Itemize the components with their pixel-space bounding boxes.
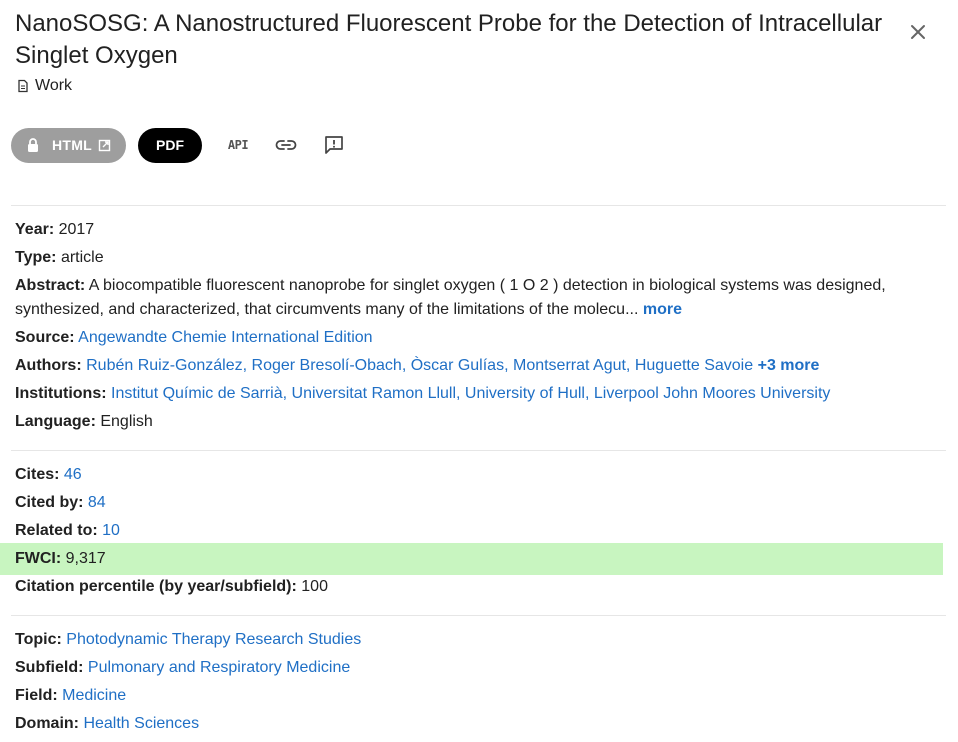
author-link[interactable]: Òscar Gulías,	[411, 357, 509, 374]
cited-by-label: Cited by:	[15, 494, 84, 511]
fwci-value: 9,317	[65, 550, 106, 567]
pdf-button[interactable]: PDF	[138, 127, 202, 163]
percentile-value: 100	[301, 578, 328, 595]
cited-by-row: Cited by: 84	[15, 491, 106, 515]
authors-row: Authors: Rubén Ruiz-González, Roger Bres…	[15, 354, 819, 378]
related-link[interactable]: 10	[102, 522, 120, 539]
language-label: Language:	[15, 413, 96, 430]
subfield-link[interactable]: Pulmonary and Respiratory Medicine	[88, 659, 350, 676]
year-label: Year:	[15, 221, 55, 238]
copy-link-button[interactable]	[266, 127, 306, 163]
author-link[interactable]: Roger Bresolí-Obach,	[252, 357, 407, 374]
authors-label: Authors:	[15, 357, 82, 374]
percentile-label: Citation percentile (by year/subfield):	[15, 578, 297, 595]
divider	[11, 615, 946, 616]
related-label: Related to:	[15, 522, 98, 539]
report-button[interactable]	[314, 127, 354, 163]
api-button[interactable]: API	[218, 127, 258, 163]
cites-row: Cites: 46	[15, 463, 82, 487]
institution-link[interactable]: Liverpool John Moores University	[594, 385, 831, 402]
fwci-row: FWCI: 9,317	[15, 547, 106, 571]
lock-icon	[27, 138, 38, 152]
author-link[interactable]: Huguette Savoie	[635, 357, 753, 374]
close-button[interactable]	[904, 18, 932, 46]
fwci-highlight	[0, 543, 943, 575]
html-button-label: HTML	[51, 137, 93, 153]
institution-link[interactable]: Institut Químic de Sarrià,	[111, 385, 287, 402]
topic-label: Topic:	[15, 631, 62, 648]
type-row: Type: article	[15, 246, 104, 270]
source-row: Source: Angewandte Chemie International …	[15, 326, 373, 350]
related-row: Related to: 10	[15, 519, 120, 543]
source-label: Source:	[15, 329, 75, 346]
abstract-text: A biocompatible fluorescent nanoprobe fo…	[15, 277, 886, 318]
institution-link[interactable]: Universitat Ramon Llull,	[292, 385, 461, 402]
close-icon	[911, 25, 925, 39]
domain-label: Domain:	[15, 715, 79, 732]
cited-by-link[interactable]: 84	[88, 494, 106, 511]
report-icon	[325, 136, 343, 154]
authors-more-link[interactable]: +3 more	[758, 357, 820, 374]
subfield-label: Subfield:	[15, 659, 84, 676]
source-link[interactable]: Angewandte Chemie International Edition	[78, 329, 372, 346]
fwci-label: FWCI:	[15, 550, 62, 567]
topic-row: Topic: Photodynamic Therapy Research Stu…	[15, 628, 361, 652]
type-value: article	[60, 249, 104, 266]
document-icon	[18, 79, 28, 93]
field-link[interactable]: Medicine	[62, 687, 126, 704]
institution-link[interactable]: University of Hull,	[465, 385, 589, 402]
author-link[interactable]: Rubén Ruiz-González,	[86, 357, 247, 374]
action-bar: HTML PDF API	[11, 127, 354, 163]
page-title: NanoSOSG: A Nanostructured Fluorescent P…	[15, 10, 883, 69]
year-value: 2017	[58, 221, 95, 238]
domain-link[interactable]: Health Sciences	[83, 715, 199, 732]
api-label: API	[227, 138, 249, 152]
language-row: Language: English	[15, 410, 153, 434]
abstract-more-link[interactable]: more	[643, 301, 682, 318]
cites-link[interactable]: 46	[64, 466, 82, 483]
author-link[interactable]: Montserrat Agut,	[513, 357, 630, 374]
percentile-row: Citation percentile (by year/subfield): …	[15, 575, 328, 599]
subfield-row: Subfield: Pulmonary and Respiratory Medi…	[15, 656, 350, 680]
institutions-row: Institutions: Institut Químic de Sarrià,…	[15, 382, 830, 406]
type-label: Type:	[15, 249, 57, 266]
entity-type-label: Work	[35, 77, 73, 94]
year-row: Year: 2017	[15, 218, 94, 242]
divider	[11, 450, 946, 451]
cites-label: Cites:	[15, 466, 60, 483]
abstract-label: Abstract:	[15, 277, 86, 294]
institutions-label: Institutions:	[15, 385, 107, 402]
html-button[interactable]: HTML	[11, 127, 126, 163]
link-icon	[275, 140, 297, 150]
field-label: Field:	[15, 687, 58, 704]
topic-link[interactable]: Photodynamic Therapy Research Studies	[66, 631, 361, 648]
abstract-row: Abstract: A biocompatible fluorescent na…	[15, 274, 945, 322]
language-value: English	[100, 413, 153, 430]
field-row: Field: Medicine	[15, 684, 126, 708]
divider	[11, 205, 946, 206]
entity-type: Work	[16, 76, 72, 96]
external-link-icon	[98, 139, 111, 151]
domain-row: Domain: Health Sciences	[15, 712, 199, 736]
